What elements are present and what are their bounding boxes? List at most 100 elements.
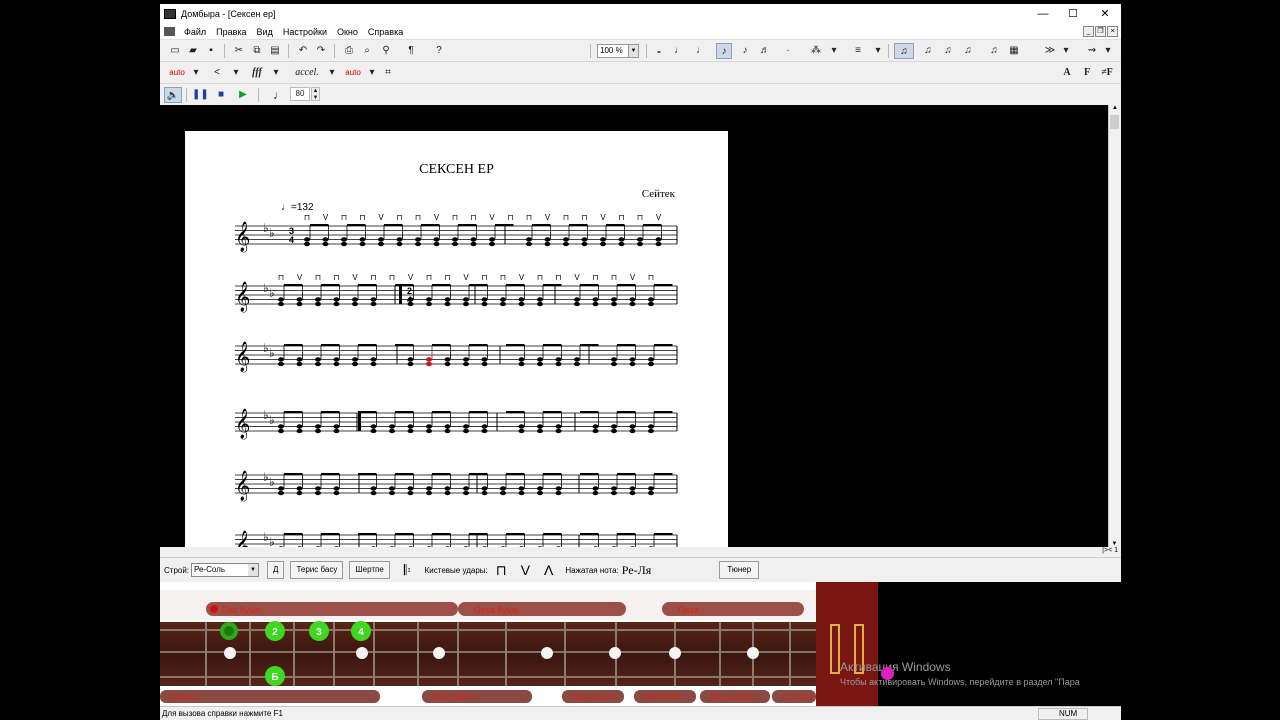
up-stroke-v-icon[interactable]: V xyxy=(521,562,530,578)
open-folder-icon[interactable]: ▰ xyxy=(186,43,200,59)
scroll-thumb[interactable] xyxy=(1110,115,1119,129)
paste-icon[interactable]: ▤ xyxy=(268,43,282,59)
triplet-icon[interactable]: ⁂ xyxy=(808,43,824,59)
note-head xyxy=(278,490,284,496)
zoom-select[interactable]: 100 % ▼ xyxy=(597,44,639,58)
menu-view[interactable]: Вид xyxy=(252,27,278,37)
new-file-icon[interactable]: ▭ xyxy=(168,43,182,59)
crescendo-icon[interactable]: < xyxy=(206,65,228,81)
vertical-scrollbar[interactable]: ▲ ▼ xyxy=(1108,105,1121,547)
up-stroke-icon[interactable]: Λ xyxy=(544,562,553,578)
pause-icon[interactable]: ❚❚ xyxy=(192,87,209,103)
crescendo-dropdown-icon[interactable]: ▾ xyxy=(232,65,240,81)
stroke-mark: ⊓ xyxy=(389,273,395,282)
d-button[interactable]: Д xyxy=(267,561,285,579)
help-icon[interactable]: ? xyxy=(432,43,446,59)
triplet-dropdown-icon[interactable]: ▾ xyxy=(830,43,838,59)
half-note-icon[interactable]: ♩ xyxy=(672,43,686,59)
eighth-note-icon[interactable]: ♪ xyxy=(716,43,732,59)
menu-file[interactable]: Файл xyxy=(179,27,211,37)
save-icon[interactable]: ▪ xyxy=(204,43,218,59)
tempo-spinner[interactable]: ▲ ▼ xyxy=(311,87,320,101)
note-head xyxy=(389,490,395,496)
accel-label[interactable]: accel. xyxy=(290,65,324,81)
dombra-fretboard[interactable]: 2 3 4 Б Бас буын Орта буын Паза Оңжақ Бар шерте Б… xyxy=(160,582,878,706)
score-page[interactable]: СЕКСЕН ЕР Сейтек ♩=132 𝄞 ♭ ♭ 3 4 ⊓ V ⊓ ⊓ V ⊓ ⊓ V ⊓ ⊓ V ⊓… xyxy=(185,131,728,547)
find-replace-icon[interactable]: ⚲ xyxy=(378,43,394,59)
document-icon[interactable] xyxy=(164,27,175,36)
delete-note-icon[interactable]: ♫ xyxy=(986,43,1002,59)
tuner-button[interactable]: Тюнер xyxy=(719,561,760,579)
dot-icon[interactable]: · xyxy=(784,43,792,59)
slur-auto-icon[interactable]: auto xyxy=(166,65,188,81)
shertpe-button[interactable]: Шертпе xyxy=(349,561,390,579)
redo-icon[interactable]: ↷ xyxy=(314,43,328,59)
tremolo-dropdown-icon[interactable]: ▾ xyxy=(874,43,882,59)
mdi-minimize-button[interactable]: _ xyxy=(1083,26,1094,37)
tuplet-dropdown-icon[interactable]: ▾ xyxy=(368,65,376,81)
sixteenth-note-icon[interactable]: ♪ xyxy=(738,43,752,59)
cut-icon[interactable]: ✂ xyxy=(232,43,246,59)
menu-settings[interactable]: Настройки xyxy=(278,27,332,37)
note-head xyxy=(537,424,543,429)
repeat-icon[interactable]: ≫ xyxy=(1042,43,1058,59)
note-head xyxy=(296,424,303,429)
copy-icon[interactable]: ⧉ xyxy=(250,43,264,59)
accel-dropdown-icon[interactable]: ▾ xyxy=(328,65,336,81)
font-special-button[interactable]: ≠F xyxy=(1098,65,1116,81)
font-a-button[interactable]: A xyxy=(1060,65,1074,81)
page-nav[interactable]: |>< 1 xyxy=(1085,547,1121,557)
quarter-note-icon[interactable]: ♩ xyxy=(694,43,708,59)
menu-help[interactable]: Справка xyxy=(363,27,408,37)
thirtysecond-note-icon[interactable]: ♬ xyxy=(758,43,772,59)
voltа-icon[interactable]: ⇝ xyxy=(1084,43,1100,59)
chord-symbol-icon[interactable]: ⌗ xyxy=(380,65,396,81)
slur-dropdown-icon[interactable]: ▾ xyxy=(192,65,200,81)
tempo-input[interactable]: 80 xyxy=(290,87,310,101)
beam-split-icon[interactable]: ♫ xyxy=(940,43,956,59)
note-head xyxy=(537,490,543,496)
note-head xyxy=(333,428,340,434)
tremolo-icon[interactable]: ≡ xyxy=(850,43,866,59)
print-icon[interactable]: ⎙ xyxy=(342,43,356,59)
paragraph-icon[interactable]: ¶ xyxy=(404,43,418,59)
volta-dropdown-icon[interactable]: ▾ xyxy=(1104,43,1112,59)
speaker-icon[interactable]: 🔈 xyxy=(164,87,182,103)
note-head xyxy=(463,486,469,491)
undo-icon[interactable]: ↶ xyxy=(296,43,310,59)
font-f-button[interactable]: F xyxy=(1080,65,1094,81)
tuplet-auto-icon[interactable]: auto xyxy=(342,65,364,81)
menu-edit[interactable]: Правка xyxy=(211,27,251,37)
note-head xyxy=(526,237,532,242)
dynamics-fff-label[interactable]: fff xyxy=(246,65,268,81)
down-stroke-icon[interactable]: ⊓ xyxy=(496,562,507,579)
minimize-button[interactable]: — xyxy=(1027,4,1059,24)
play-icon[interactable]: ▶ xyxy=(236,87,250,103)
tuning-select[interactable]: Ре-Соль ▼ xyxy=(191,563,260,577)
beam-join-icon[interactable]: ♫ xyxy=(920,43,936,59)
whole-note-icon[interactable]: 𝅝 xyxy=(652,43,666,59)
repeat-dropdown-icon[interactable]: ▾ xyxy=(1062,43,1070,59)
teris-basu-button[interactable]: Терис басу xyxy=(290,561,344,579)
stroke-divider-icon[interactable]: 𝄆 xyxy=(404,562,411,579)
auto-beam-icon[interactable]: ♫ xyxy=(894,43,914,59)
note-head xyxy=(370,490,377,496)
score-document-area[interactable]: СЕКСЕН ЕР Сейтек ♩=132 𝄞 ♭ ♭ 3 4 ⊓ V ⊓ ⊓ V ⊓ ⊓ V ⊓ ⊓ V ⊓… xyxy=(160,105,1112,547)
print-preview-icon[interactable]: ⌕ xyxy=(360,43,374,59)
stop-icon[interactable]: ■ xyxy=(214,87,228,103)
score-staves[interactable]: 𝄞♭♭34⊓V⊓⊓V⊓⊓V⊓⊓V⊓⊓V⊓⊓V⊓⊓V𝄞♭♭24⊓V⊓⊓V⊓⊓V⊓⊓… xyxy=(185,131,728,547)
mdi-restore-button[interactable]: ❐ xyxy=(1095,26,1106,37)
menu-window[interactable]: Окно xyxy=(332,27,363,37)
note-head xyxy=(518,357,525,362)
staff-settings-icon[interactable]: ▦ xyxy=(1006,43,1022,59)
note-head xyxy=(648,297,654,302)
close-button[interactable]: ✕ xyxy=(1089,4,1121,24)
watermark-subtitle: Чтобы активировать Windows, перейдите в … xyxy=(840,677,1080,687)
note-head xyxy=(322,241,329,247)
maximize-button[interactable]: ☐ xyxy=(1057,4,1089,24)
dynamics-dropdown-icon[interactable]: ▾ xyxy=(272,65,280,81)
scroll-up-icon[interactable]: ▲ xyxy=(1109,105,1121,111)
beam-break-icon[interactable]: ♫ xyxy=(960,43,976,59)
mdi-close-button[interactable]: × xyxy=(1107,26,1118,37)
note-head xyxy=(278,428,284,434)
